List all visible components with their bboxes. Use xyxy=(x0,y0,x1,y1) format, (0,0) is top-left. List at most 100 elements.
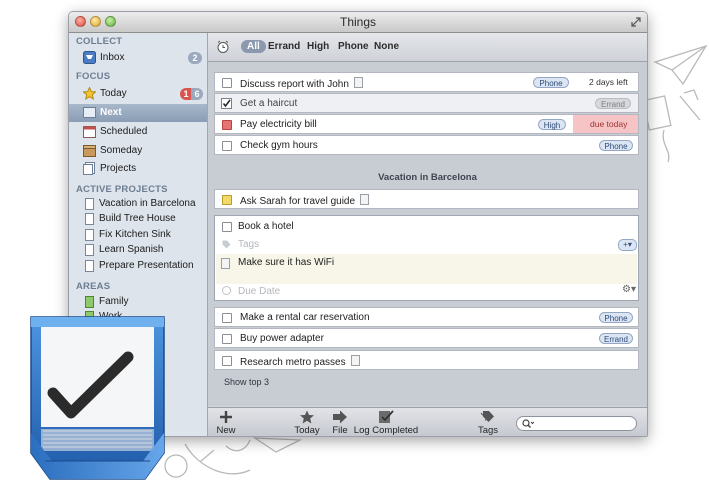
gear-icon[interactable]: ⚙▾ xyxy=(622,284,636,295)
star-icon xyxy=(300,410,314,424)
toolbar-label: File xyxy=(332,425,348,436)
section-header-areas: AREAS xyxy=(76,281,111,292)
project-label: Learn Spanish xyxy=(99,244,164,255)
project-label: Fix Kitchen Sink xyxy=(99,229,171,240)
sidebar-project-item[interactable]: Build Tree House xyxy=(69,212,207,227)
logbook-icon xyxy=(379,410,394,423)
filter-phone[interactable]: Phone xyxy=(338,41,369,52)
due-date-field[interactable]: Due Date xyxy=(238,286,280,297)
things-app-icon xyxy=(30,316,165,480)
filter-none[interactable]: None xyxy=(374,41,399,52)
new-button[interactable]: New xyxy=(212,410,240,436)
task-row[interactable]: Buy power adapter Errand xyxy=(214,328,639,348)
task-row[interactable]: Make a rental car reservation Phone xyxy=(214,307,639,327)
tag-badge: Errand xyxy=(595,98,631,109)
task-checkbox[interactable] xyxy=(222,356,232,366)
filter-high[interactable]: High xyxy=(307,41,329,52)
task-row[interactable]: Get a haircut Errand xyxy=(214,93,639,113)
tags-field[interactable]: Tags xyxy=(238,239,259,250)
task-list: Discuss report with John Phone 2 days le… xyxy=(208,62,647,406)
bottom-toolbar: New Today File Log Completed Tags xyxy=(208,407,647,436)
area-label: Family xyxy=(99,296,129,307)
main-pane: All Errand High Phone None Discuss repor… xyxy=(208,33,647,436)
sidebar-item-label: Inbox xyxy=(100,52,125,63)
due-label: due today xyxy=(590,119,628,129)
task-checkbox[interactable] xyxy=(222,78,232,88)
sidebar-item-inbox[interactable]: Inbox 2 xyxy=(69,49,207,67)
tag-icon xyxy=(222,240,231,249)
sidebar-area-item[interactable]: Family xyxy=(69,295,207,310)
toolbar-label: New xyxy=(216,425,236,436)
filter-all[interactable]: All xyxy=(241,40,266,53)
projects-icon xyxy=(83,162,95,175)
alarm-clock-icon[interactable] xyxy=(216,40,230,54)
toolbar-label: Log Completed xyxy=(353,425,419,436)
task-checkbox[interactable] xyxy=(222,313,232,323)
task-checkbox[interactable] xyxy=(222,120,232,130)
today-button[interactable]: Today xyxy=(292,410,322,436)
sidebar-item-label: Next xyxy=(100,107,122,118)
tag-badge: Phone xyxy=(599,312,633,323)
project-group-title: Vacation in Barcelona xyxy=(378,172,477,183)
task-row[interactable]: Ask Sarah for travel guide xyxy=(214,189,639,209)
sidebar-item-someday[interactable]: Someday xyxy=(69,142,207,160)
sidebar-item-label: Today xyxy=(100,88,127,99)
sidebar-item-scheduled[interactable]: Scheduled xyxy=(69,123,207,141)
task-row[interactable]: Pay electricity bill High due today xyxy=(214,114,639,134)
tag-badge: High xyxy=(538,119,566,130)
sidebar-project-item[interactable]: Learn Spanish xyxy=(69,243,207,258)
area-icon xyxy=(85,296,94,308)
task-row[interactable]: Discuss report with John Phone 2 days le… xyxy=(214,72,639,92)
document-icon xyxy=(85,244,94,256)
file-button[interactable]: File xyxy=(328,410,352,436)
task-checkbox[interactable] xyxy=(222,195,232,205)
sidebar-project-item[interactable]: Prepare Presentation xyxy=(69,259,207,274)
title-bar: Things xyxy=(69,12,647,33)
search-input[interactable] xyxy=(516,416,637,431)
filter-errand[interactable]: Errand xyxy=(268,41,300,52)
clock-icon xyxy=(222,286,231,295)
task-title: Discuss report with John xyxy=(240,77,363,90)
log-completed-button[interactable]: Log Completed xyxy=(353,410,419,436)
sidebar-item-projects[interactable]: Projects xyxy=(69,160,207,178)
fullscreen-icon[interactable] xyxy=(630,16,642,28)
task-title: Check gym hours xyxy=(240,140,318,151)
checked-checkbox-icon[interactable] xyxy=(221,98,232,109)
document-icon xyxy=(85,213,94,225)
task-checkbox[interactable] xyxy=(222,222,232,232)
expanded-task-card[interactable]: Book a hotel Tags +▾ Make sure it has Wi… xyxy=(214,215,639,301)
task-row[interactable]: Check gym hours Phone xyxy=(214,135,639,155)
note-icon xyxy=(350,355,360,366)
calendar-icon xyxy=(83,126,96,138)
task-title: Make a rental car reservation xyxy=(240,312,370,323)
inbox-icon xyxy=(83,51,96,64)
note-text: Make sure it has WiFi xyxy=(238,257,335,268)
tag-badge: Phone xyxy=(533,77,569,88)
task-title: Buy power adapter xyxy=(240,333,324,344)
sidebar-project-item[interactable]: Fix Kitchen Sink xyxy=(69,228,207,243)
task-title: Ask Sarah for travel guide xyxy=(240,194,370,207)
tags-button[interactable]: Tags xyxy=(475,410,501,436)
due-label: 2 days left xyxy=(589,77,628,87)
sidebar-item-next[interactable]: Next xyxy=(69,104,207,122)
today-count-badge: 6 xyxy=(191,88,203,100)
task-title-field[interactable]: Book a hotel xyxy=(238,221,294,232)
task-row[interactable]: Research metro passes xyxy=(214,350,639,370)
toolbar-label: Tags xyxy=(477,425,499,436)
show-more-link[interactable]: Show top 3 xyxy=(224,377,269,387)
next-icon xyxy=(83,107,96,118)
inbox-count-badge: 2 xyxy=(188,52,202,64)
box-icon xyxy=(83,145,96,157)
task-title: Pay electricity bill xyxy=(240,119,317,130)
sidebar-item-label: Someday xyxy=(100,145,143,156)
section-header-active-projects: ACTIVE PROJECTS xyxy=(76,184,168,195)
task-title: Research metro passes xyxy=(240,355,360,368)
section-header-focus: FOCUS xyxy=(76,71,111,82)
sidebar-item-today[interactable]: Today 1 6 xyxy=(69,85,207,103)
task-checkbox[interactable] xyxy=(222,334,232,344)
tag-badge: Errand xyxy=(599,333,633,344)
add-tag-icon[interactable]: +▾ xyxy=(618,239,637,251)
document-icon xyxy=(85,260,94,272)
sidebar-project-item[interactable]: Vacation in Barcelona xyxy=(69,197,207,212)
task-checkbox[interactable] xyxy=(222,141,232,151)
